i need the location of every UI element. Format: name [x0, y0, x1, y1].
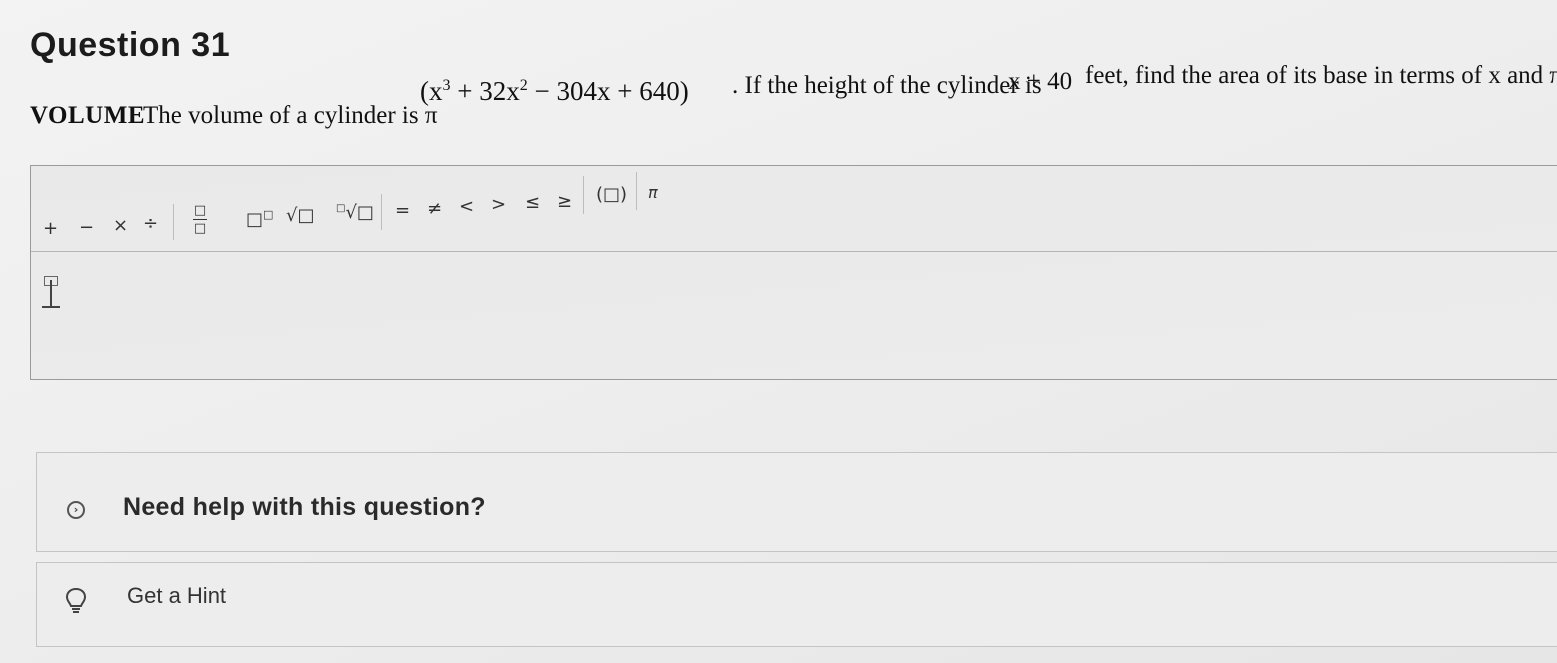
- height-expression: x + 40: [1008, 68, 1073, 95]
- fraction-bar: [193, 219, 207, 220]
- math-toolbar: + − × ÷ □ □ □□ √□ □√□ = ≠ < > ≤ ≥ (□) π: [31, 166, 1557, 252]
- volume-expression-open: (x: [420, 76, 443, 106]
- fraction-denominator-icon: □: [193, 221, 207, 236]
- answer-editor[interactable]: + − × ÷ □ □ □□ √□ □√□ = ≠ < > ≤ ≥ (□) π: [30, 165, 1557, 380]
- need-help-label: Need help with this question?: [123, 493, 486, 521]
- volume-expression-mid: + 32x: [450, 76, 520, 106]
- toolbar-divider: [636, 172, 637, 210]
- cursor-stem: [50, 280, 52, 308]
- volume-exponent-3: 3: [442, 77, 451, 94]
- toolbar-divider: [583, 176, 584, 214]
- text-cursor-icon: [39, 274, 63, 310]
- volume-expression-close: − 304x + 640): [527, 76, 689, 106]
- nth-root-icon: √□: [345, 202, 374, 223]
- exponent-power-icon: □: [263, 208, 274, 221]
- plus-button[interactable]: +: [43, 220, 58, 238]
- minus-button[interactable]: −: [79, 219, 94, 237]
- fraction-button[interactable]: □ □: [193, 204, 207, 235]
- get-hint-button[interactable]: Get a Hint: [36, 562, 1557, 647]
- volume-expression: (x3 + 32x2 − 304x + 640): [420, 76, 689, 107]
- lightbulb-icon: [65, 587, 87, 613]
- nth-root-button[interactable]: □√□: [336, 204, 374, 222]
- fraction-numerator-icon: □: [193, 203, 207, 218]
- get-hint-label: Get a Hint: [127, 583, 227, 608]
- chevron-right-circle-icon: ›: [67, 501, 85, 519]
- less-than-button[interactable]: <: [459, 198, 474, 216]
- equals-button[interactable]: =: [395, 202, 410, 220]
- toolbar-divider: [173, 204, 174, 240]
- volume-exponent-2: 2: [519, 77, 528, 94]
- question-label: VOLUME: [30, 102, 145, 129]
- question-text: VOLUME The volume of a cylinder is π (x3…: [30, 60, 1557, 140]
- times-button[interactable]: ×: [113, 217, 128, 235]
- question-intro: The volume of a cylinder is π: [143, 102, 438, 129]
- not-equals-button[interactable]: ≠: [427, 200, 442, 218]
- greater-than-button[interactable]: >: [491, 196, 506, 214]
- toolbar-divider: [381, 194, 382, 230]
- greater-equal-button[interactable]: ≥: [557, 193, 572, 211]
- need-help-panel[interactable]: › Need help with this question?: [36, 452, 1557, 552]
- divide-button[interactable]: ÷: [143, 215, 158, 233]
- exponent-base-icon: □: [246, 209, 264, 230]
- pi-button[interactable]: π: [648, 185, 658, 201]
- question-condition-part2: feet, find the area of its base in terms…: [1085, 62, 1557, 89]
- question-condition-part1: . If the height of the cylinder is: [732, 72, 1042, 99]
- parentheses-button[interactable]: (□): [596, 186, 627, 204]
- less-equal-button[interactable]: ≤: [525, 194, 540, 212]
- square-root-button[interactable]: √□: [286, 207, 314, 225]
- exponent-button[interactable]: □□: [246, 209, 273, 229]
- cursor-foot: [42, 306, 60, 308]
